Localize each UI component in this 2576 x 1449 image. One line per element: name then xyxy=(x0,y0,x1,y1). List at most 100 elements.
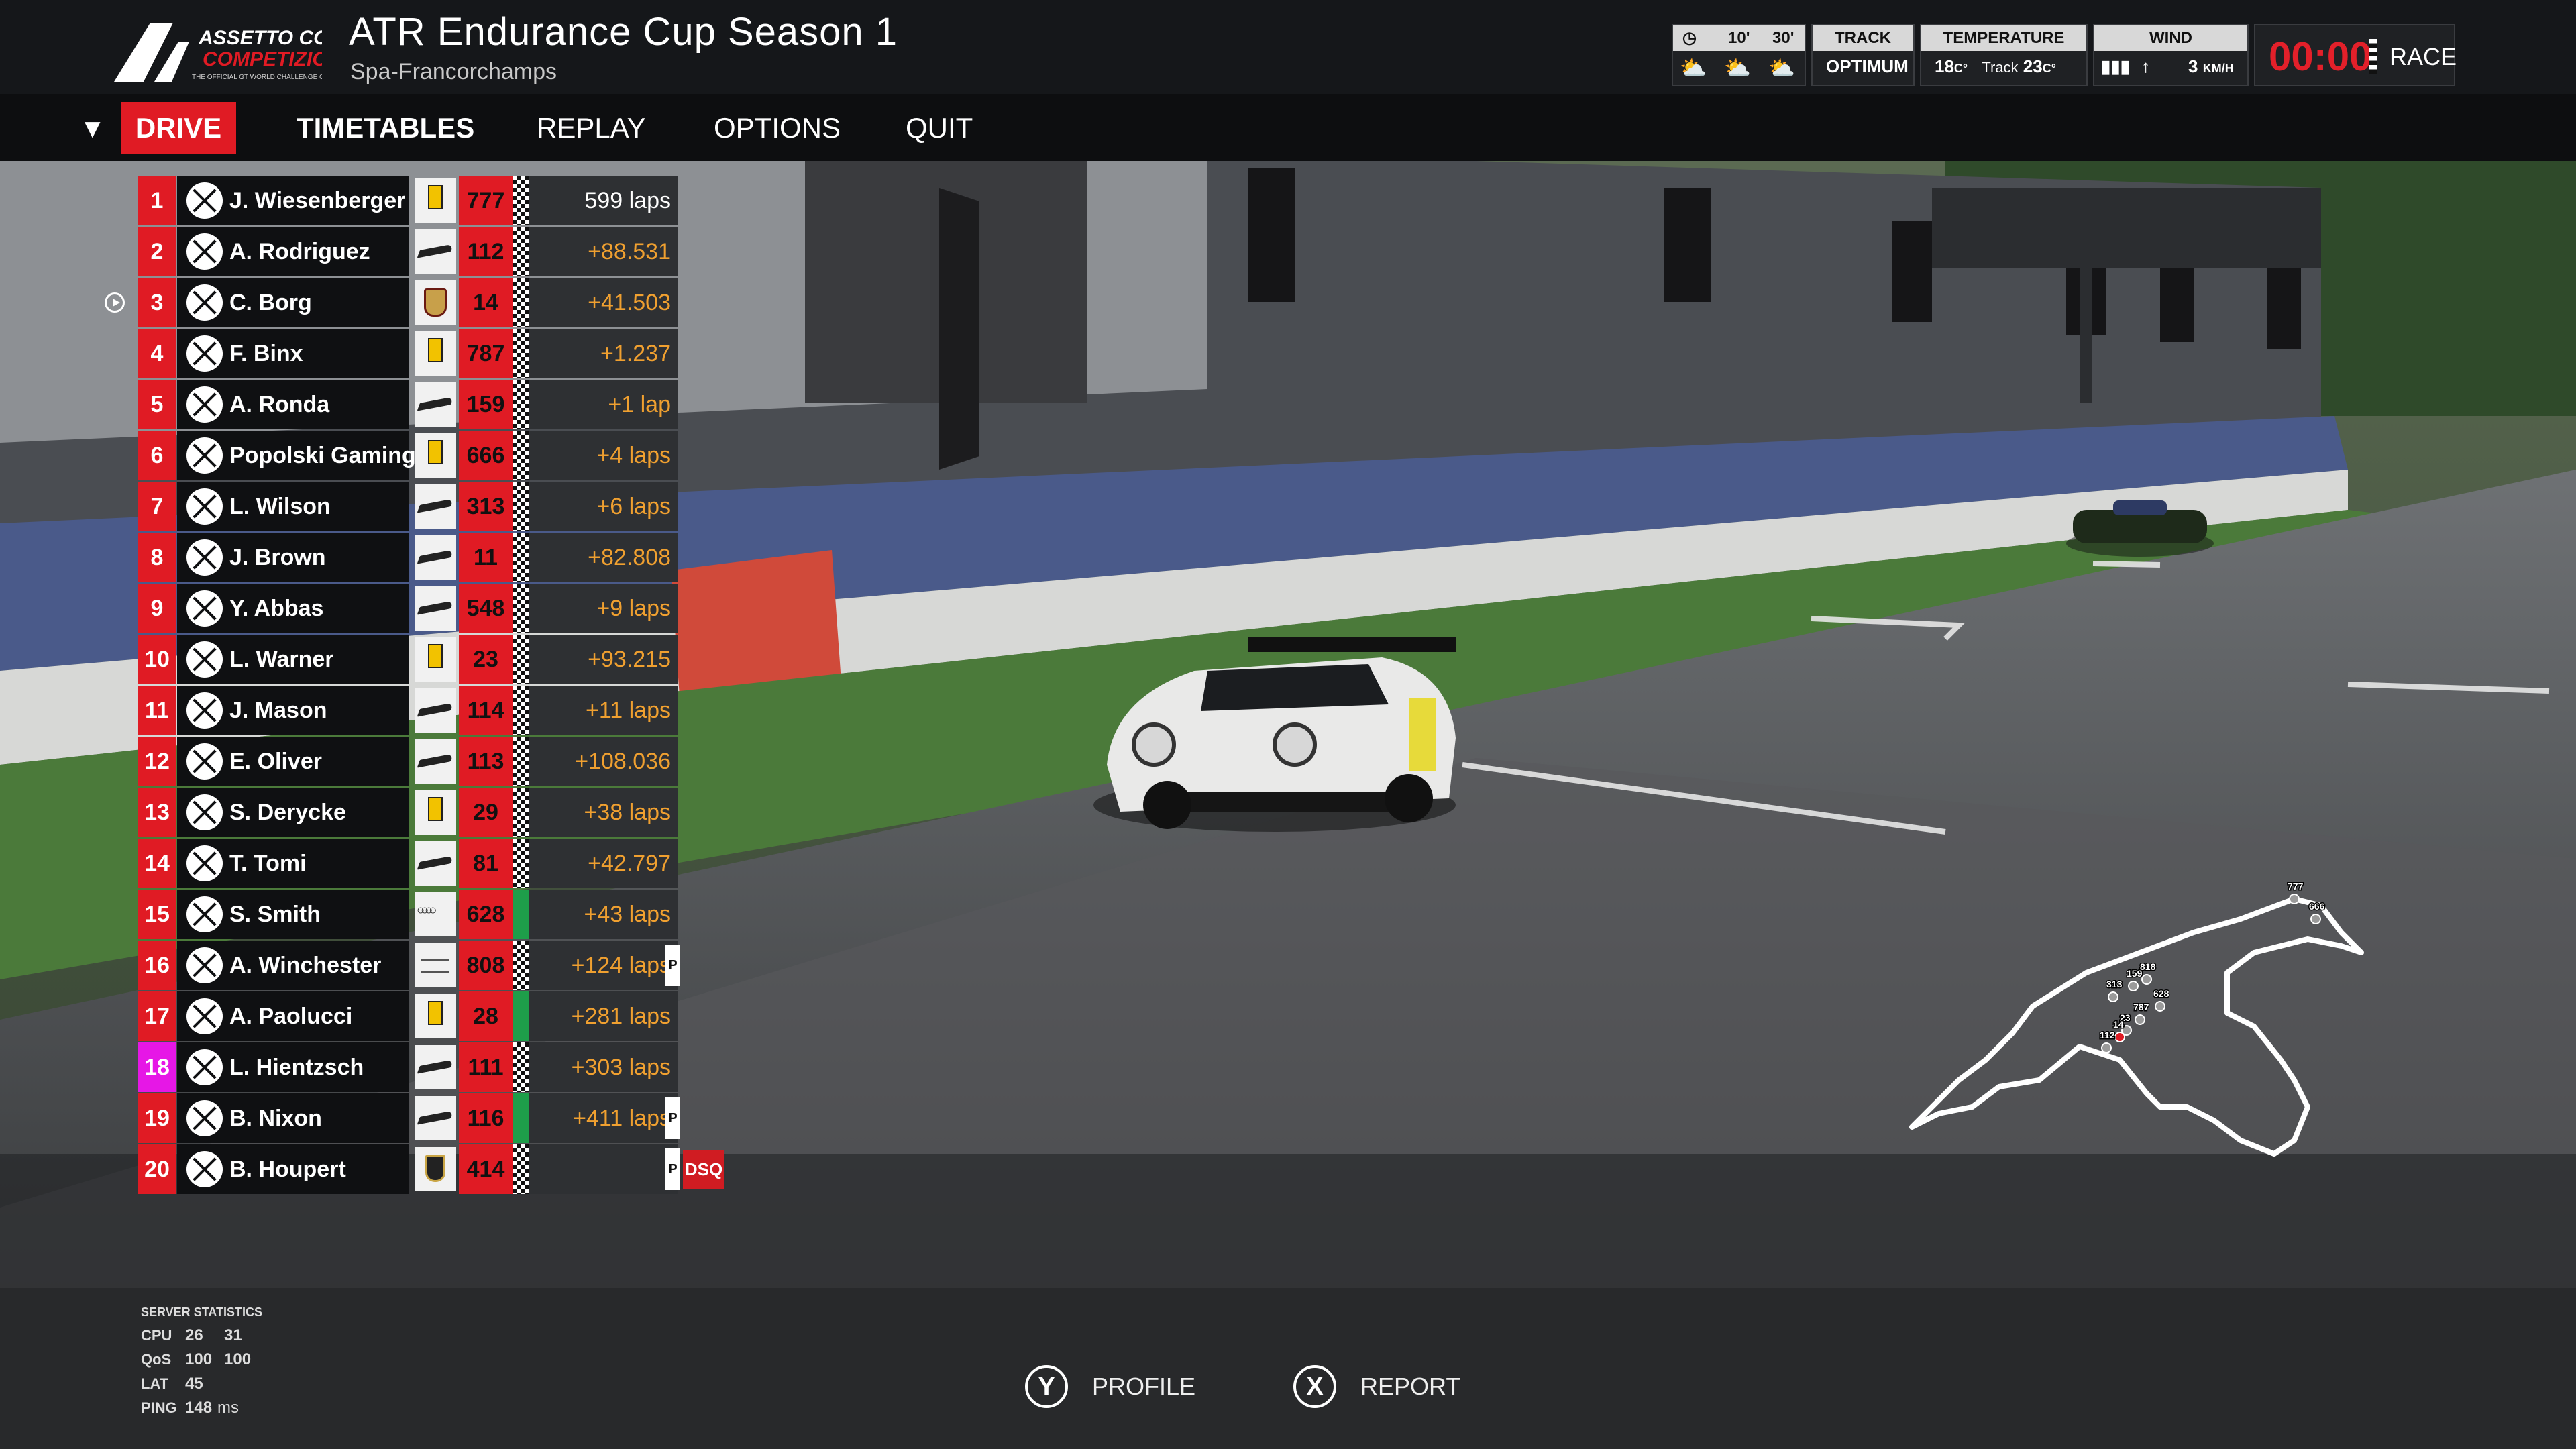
minimap-car-label: 777 xyxy=(2288,881,2304,892)
standings-row[interactable]: 16 A. Winchester 808 +124 laps P xyxy=(123,941,814,990)
driver-name: A. Ronda xyxy=(229,392,330,417)
main-nav: ▼ DRIVE TIMETABLES REPLAY OPTIONS QUIT xyxy=(0,94,2576,161)
report-button[interactable]: X REPORT xyxy=(1293,1363,1460,1410)
checkered-flag-indicator xyxy=(513,788,529,837)
mcl-brand-logo-icon xyxy=(415,484,456,529)
server-statistics: SERVER STATISTICS CPU 26 31 QoS 100 100 LAT 4… xyxy=(141,1305,263,1420)
standings-row[interactable]: 18 L. Hientzsch 111 +303 laps xyxy=(123,1042,814,1092)
spectate-camera-icon[interactable] xyxy=(105,292,125,313)
nav-drive[interactable]: DRIVE xyxy=(121,102,236,154)
car-number: 313 xyxy=(459,482,513,531)
minimap-car-label: 14 xyxy=(2113,1019,2124,1030)
mcl-brand-logo-icon xyxy=(415,1045,456,1089)
gap: +303 laps xyxy=(529,1042,678,1092)
checkered-flag-indicator xyxy=(513,737,529,786)
checkered-flag-indicator xyxy=(513,1042,529,1092)
standings-row[interactable]: 11 J. Mason 114 +11 laps xyxy=(123,686,814,735)
lat-label: LAT xyxy=(141,1375,169,1392)
checkered-flag-indicator xyxy=(513,380,529,429)
gap: +11 laps xyxy=(529,686,678,735)
standings-row[interactable]: 9 Y. Abbas 548 +9 laps xyxy=(123,584,814,633)
driver-name: A. Rodriguez xyxy=(229,239,370,264)
xbox-platform-icon xyxy=(186,590,223,627)
fer-brand-logo-icon xyxy=(415,637,456,682)
temperature-label: TEMPERATURE xyxy=(1921,25,2086,51)
standings-row[interactable]: 2 A. Rodriguez 112 +88.531 xyxy=(123,227,814,276)
mcl-brand-logo-icon xyxy=(415,229,456,274)
gap: +6 laps xyxy=(529,482,678,531)
standings-row[interactable]: 3 C. Borg 14 +41.503 xyxy=(105,278,814,327)
xbox-platform-icon xyxy=(186,998,223,1034)
car-number: 114 xyxy=(459,686,513,735)
standings-row[interactable]: 8 J. Brown 11 +82.808 xyxy=(123,533,814,582)
lam-brand-logo-icon xyxy=(415,1147,456,1191)
xbox-platform-icon xyxy=(186,1100,223,1136)
checkered-flag-indicator xyxy=(513,941,529,990)
cpu-value-a: 26 xyxy=(185,1326,203,1344)
gap: +93.215 xyxy=(529,635,678,684)
xbox-platform-icon xyxy=(186,233,223,270)
car-number: 548 xyxy=(459,584,513,633)
standings-row[interactable]: 15 S. Smith 628 +43 laps xyxy=(123,890,814,939)
position: 14 xyxy=(138,839,176,888)
gap: 599 laps xyxy=(529,176,678,225)
profile-button[interactable]: Y PROFILE xyxy=(1025,1363,1195,1410)
fer-brand-logo-icon xyxy=(415,433,456,478)
collapse-arrow-icon[interactable]: ▼ xyxy=(79,114,106,144)
fer-brand-logo-icon xyxy=(415,790,456,835)
server-stats-title: SERVER STATISTICS xyxy=(141,1305,263,1319)
xbox-platform-icon xyxy=(186,692,223,729)
position: 16 xyxy=(138,941,176,990)
stopwatch-icon: ◷ xyxy=(1682,29,1697,47)
position: 11 xyxy=(138,686,176,735)
gap: +1.237 xyxy=(529,329,678,378)
minimap-car-label: 112 xyxy=(2100,1030,2115,1040)
driver-name: E. Oliver xyxy=(229,749,322,774)
standings-row[interactable]: 20 B. Houpert 414 P DSQ xyxy=(123,1144,814,1194)
xbox-platform-icon xyxy=(186,743,223,780)
standings-row[interactable]: 12 E. Oliver 113 +108.036 xyxy=(123,737,814,786)
xbox-platform-icon xyxy=(186,794,223,830)
car-number: 628 xyxy=(459,890,513,939)
temperature: TEMPERATURE 18C° Track 23C° xyxy=(1920,24,2088,86)
position: 2 xyxy=(138,227,176,276)
nav-timetables[interactable]: TIMETABLES xyxy=(297,102,474,154)
wind-speed: 3 xyxy=(2188,56,2198,76)
standings-row[interactable]: 4 F. Binx 787 +1.237 xyxy=(123,329,814,378)
standings-row[interactable]: 6 Popolski Gaming 666 +4 laps xyxy=(123,431,814,480)
car-number: 666 xyxy=(459,431,513,480)
standings-row[interactable]: 1 J. Wiesenberger 777 599 laps xyxy=(123,176,814,225)
gap: +41.503 xyxy=(529,278,678,327)
xbox-platform-icon xyxy=(186,386,223,423)
nav-options[interactable]: OPTIONS xyxy=(714,102,841,154)
xbox-platform-icon xyxy=(186,1151,223,1187)
checkered-flag-indicator xyxy=(513,686,529,735)
standings-row[interactable]: 5 A. Ronda 159 +1 lap xyxy=(123,380,814,429)
driver-name: S. Smith xyxy=(229,902,321,927)
bottom-bar xyxy=(0,1288,2576,1449)
standings-row[interactable]: 14 T. Tomi 81 +42.797 xyxy=(123,839,814,888)
air-temp: 18 xyxy=(1935,56,1954,76)
minimap-car-dot xyxy=(2141,974,2152,985)
driver-name: C. Borg xyxy=(229,290,312,315)
track-temp: 23 xyxy=(2023,56,2043,76)
car-number: 787 xyxy=(459,329,513,378)
minimap-car-label: 818 xyxy=(2140,961,2156,972)
nav-quit[interactable]: QUIT xyxy=(906,102,973,154)
standings-row[interactable]: 13 S. Derycke 29 +38 laps xyxy=(123,788,814,837)
sun-cloud-icon: ⛅ xyxy=(1724,56,1751,80)
ping-unit: ms xyxy=(217,1399,239,1417)
position: 20 xyxy=(138,1144,176,1194)
gap: +108.036 xyxy=(529,737,678,786)
pit-indicator: P xyxy=(665,945,680,986)
standings-row[interactable]: 19 B. Nixon 116 +411 laps P xyxy=(123,1093,814,1143)
track-state-value: OPTIMUM xyxy=(1826,56,1909,76)
standings-row[interactable]: 10 L. Warner 23 +93.215 xyxy=(123,635,814,684)
position: 5 xyxy=(138,380,176,429)
nav-replay[interactable]: REPLAY xyxy=(537,102,646,154)
standings-row[interactable]: 17 A. Paolucci 28 +281 laps xyxy=(123,991,814,1041)
driver-name: L. Warner xyxy=(229,647,334,672)
gap xyxy=(529,1144,678,1194)
standings-row[interactable]: 7 L. Wilson 313 +6 laps xyxy=(123,482,814,531)
xbox-platform-icon xyxy=(186,641,223,678)
